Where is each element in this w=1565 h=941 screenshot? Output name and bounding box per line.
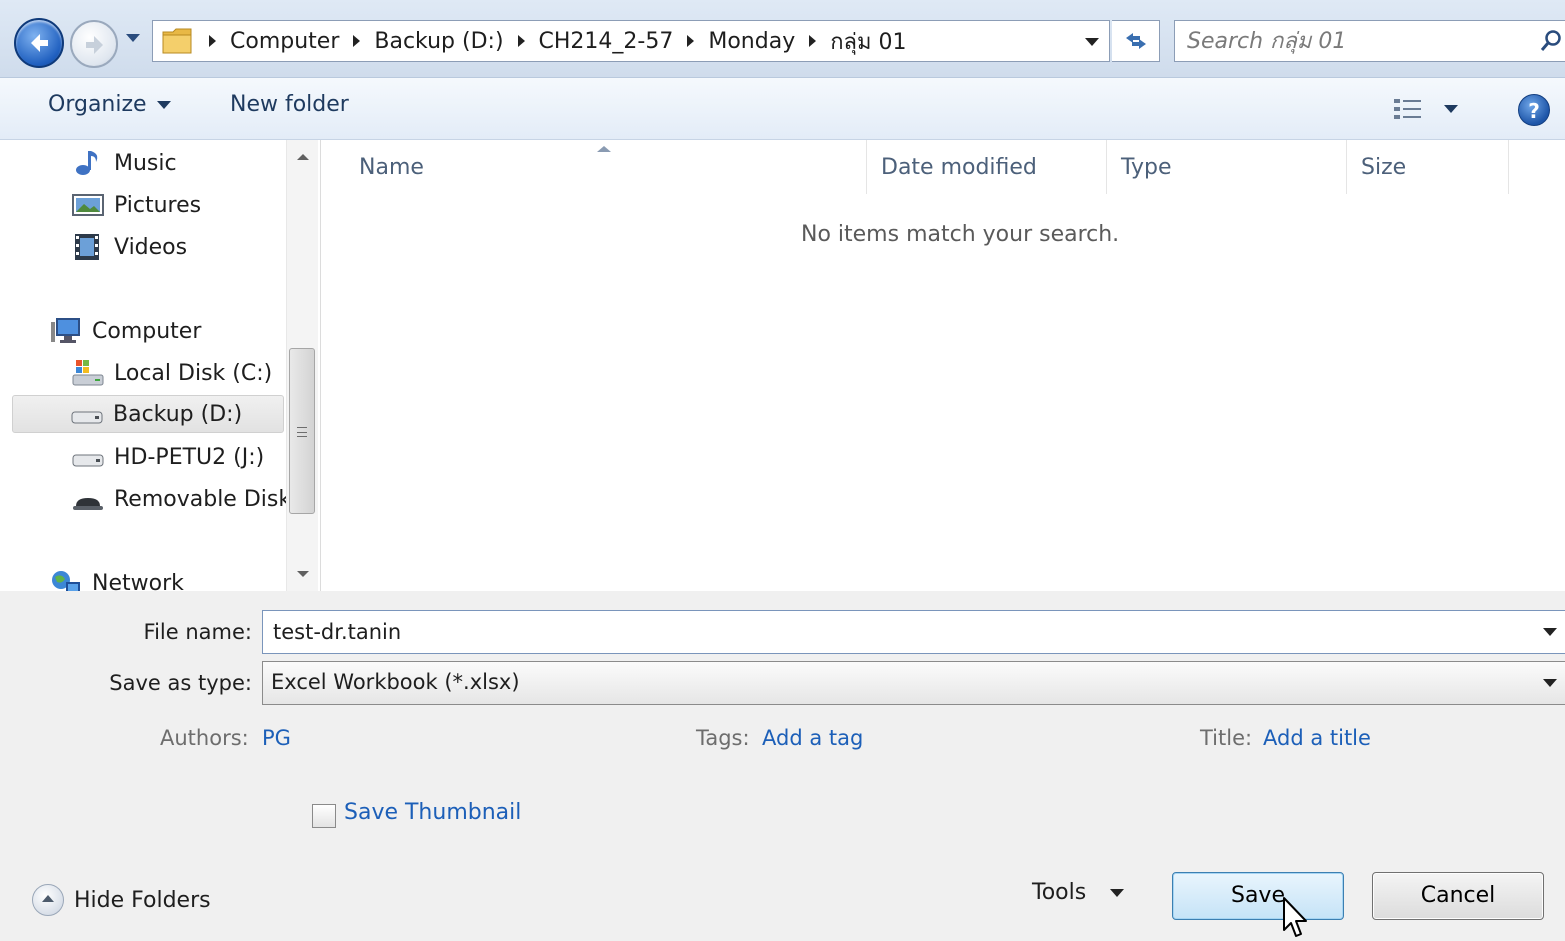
save-thumbnail-checkbox[interactable] — [312, 804, 336, 828]
file-name-input[interactable] — [273, 617, 1513, 647]
breadcrumb-item[interactable]: Backup (D:) — [339, 29, 504, 54]
chevron-right-icon[interactable] — [809, 35, 817, 47]
new-folder-button[interactable]: New folder — [230, 92, 349, 117]
drive-icon — [72, 442, 104, 472]
refresh-icon — [1125, 33, 1146, 49]
column-header-name[interactable]: Name — [345, 140, 867, 194]
authors-value[interactable]: PG — [262, 726, 291, 750]
address-history-dropdown[interactable] — [1085, 38, 1099, 46]
breadcrumb-item[interactable]: Monday — [673, 29, 795, 54]
help-icon[interactable]: ? — [1518, 94, 1550, 126]
sidebar-item-hd-petu2-j[interactable]: HD-PETU2 (J:) — [72, 438, 264, 476]
save-as-type-value: Excel Workbook (*.xlsx) — [271, 670, 520, 694]
cursor-icon — [1283, 897, 1307, 937]
title-value[interactable]: Add a title — [1263, 726, 1371, 750]
tags-value[interactable]: Add a tag — [762, 726, 863, 750]
recent-pages-dropdown[interactable] — [126, 34, 140, 42]
chevron-right-icon[interactable] — [209, 35, 216, 47]
details-view-icon — [1394, 99, 1421, 119]
column-header-date-modified[interactable]: Date modified — [867, 140, 1107, 194]
search-input[interactable] — [1187, 25, 1517, 57]
chevron-down-icon — [156, 100, 171, 109]
file-list: Name Date modified Type Size No items ma… — [320, 140, 1565, 591]
arrow-left-icon — [31, 34, 48, 52]
network-icon — [50, 568, 82, 591]
chevron-down-icon[interactable] — [1543, 679, 1557, 687]
save-as-type-select[interactable]: Excel Workbook (*.xlsx) — [262, 661, 1565, 705]
file-name-field[interactable] — [262, 610, 1565, 654]
chevron-down-icon[interactable] — [1543, 628, 1557, 636]
change-view-button[interactable] — [1392, 96, 1458, 122]
empty-message: No items match your search. — [801, 222, 1120, 247]
sidebar-item-music[interactable]: Music — [72, 144, 177, 182]
save-button[interactable]: Save — [1172, 872, 1344, 920]
save-thumbnail-label[interactable]: Save Thumbnail — [344, 800, 521, 825]
sidebar-item-pictures[interactable]: Pictures — [72, 186, 201, 224]
back-button[interactable] — [14, 18, 64, 68]
column-header-type[interactable]: Type — [1107, 140, 1347, 194]
title-label: Title: — [1200, 726, 1253, 750]
scrollbar-thumb[interactable] — [289, 348, 315, 514]
chevron-right-icon[interactable] — [353, 35, 361, 47]
sidebar-item-network[interactable]: Network — [50, 564, 184, 591]
grip-icon — [297, 427, 307, 437]
chevron-down-icon[interactable] — [1444, 105, 1458, 113]
breadcrumb-item[interactable]: CH214_2-57 — [504, 29, 673, 54]
address-bar-row: Computer Backup (D:) CH214_2-57 Monday ก… — [0, 0, 1565, 78]
breadcrumb-item[interactable]: Computer — [203, 29, 339, 54]
chevron-up-icon — [32, 884, 64, 916]
address-box[interactable]: Computer Backup (D:) CH214_2-57 Monday ก… — [152, 20, 1110, 62]
cancel-button[interactable]: Cancel — [1372, 872, 1544, 920]
chevron-down-icon — [1110, 888, 1125, 897]
refresh-button[interactable] — [1112, 20, 1160, 62]
sidebar-item-computer[interactable]: Computer — [50, 312, 201, 350]
breadcrumb-item[interactable]: กลุ่ม 01 — [795, 24, 907, 59]
sidebar-item-videos[interactable]: Videos — [72, 228, 187, 266]
navigation-pane: Music Pictures Videos Computer Local Dis… — [0, 140, 320, 591]
removable-disk-icon — [72, 484, 104, 514]
command-toolbar: Organize New folder ? — [0, 78, 1565, 140]
videos-icon — [72, 232, 104, 262]
tags-label: Tags: — [696, 726, 750, 750]
sidebar-item-removable-disk[interactable]: Removable Disk — [72, 480, 291, 518]
hide-folders-button[interactable]: Hide Folders — [32, 884, 211, 916]
drive-icon — [71, 399, 103, 429]
sidebar-item-backup-d[interactable]: Backup (D:) — [12, 395, 284, 433]
tools-button[interactable]: Tools — [1032, 880, 1125, 905]
pictures-icon — [72, 190, 104, 220]
chevron-right-icon[interactable] — [517, 35, 525, 47]
search-box[interactable] — [1174, 20, 1565, 62]
chevron-right-icon[interactable] — [687, 35, 695, 47]
arrow-right-icon — [86, 36, 103, 54]
folder-icon — [161, 26, 195, 56]
local-disk-icon — [72, 358, 104, 388]
file-name-label: File name: — [143, 620, 252, 644]
breadcrumb: Computer Backup (D:) CH214_2-57 Monday ก… — [203, 21, 907, 61]
search-icon[interactable] — [1539, 29, 1563, 53]
sidebar-item-local-disk-c[interactable]: Local Disk (C:) — [72, 354, 272, 392]
computer-icon — [50, 316, 82, 346]
forward-button[interactable] — [70, 20, 118, 68]
column-header-size[interactable]: Size — [1347, 140, 1509, 194]
organize-button[interactable]: Organize — [48, 92, 171, 117]
scroll-down-icon[interactable] — [297, 571, 309, 577]
scroll-up-icon[interactable] — [297, 154, 309, 160]
save-as-type-label: Save as type: — [109, 671, 252, 695]
music-icon — [72, 148, 104, 178]
navigation-scrollbar[interactable] — [286, 140, 318, 591]
authors-label: Authors: — [160, 726, 249, 750]
